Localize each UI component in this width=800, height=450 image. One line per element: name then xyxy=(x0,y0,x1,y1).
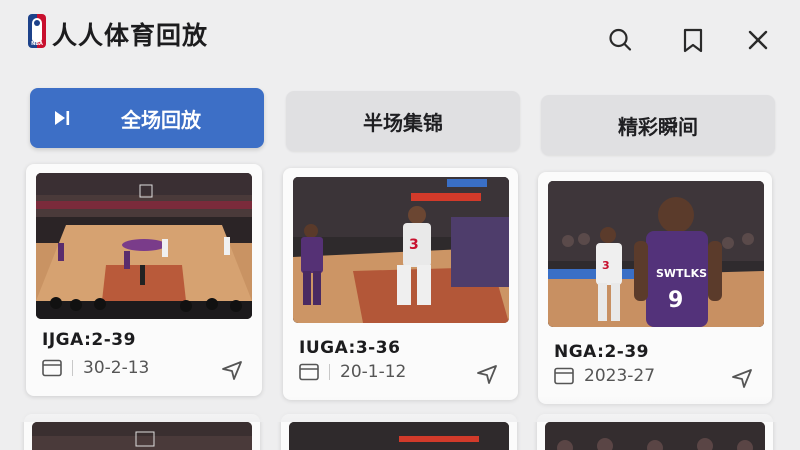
video-title: NGA:2-39 xyxy=(554,342,649,362)
video-title: IUGA:3-36 xyxy=(299,338,401,358)
svg-text:9: 9 xyxy=(668,288,683,313)
video-thumbnail[interactable] xyxy=(289,422,509,450)
video-card[interactable]: 3 SWTLKS 9 NGA:2-39 2023-27 xyxy=(538,172,772,404)
video-title: IJGA:2-39 xyxy=(42,330,136,350)
app-title: 人人体育回放 xyxy=(52,21,209,50)
svg-text:3: 3 xyxy=(409,237,419,253)
video-date: 2023-27 xyxy=(584,366,656,386)
svg-text:3: 3 xyxy=(602,259,610,272)
tab-label: 精彩瞬间 xyxy=(618,114,698,139)
play-icon xyxy=(55,111,70,125)
video-card[interactable] xyxy=(24,414,260,450)
tab-half-highlights[interactable]: 半场集锦 xyxy=(286,91,520,151)
share-icon[interactable] xyxy=(730,366,754,390)
logo-text: NBA xyxy=(31,41,43,47)
video-card[interactable] xyxy=(537,414,773,450)
video-meta: 20-1-12 xyxy=(299,362,406,382)
app-header: NBA 人人体育回放 xyxy=(0,0,800,72)
search-icon[interactable] xyxy=(606,26,634,54)
tab-full-game[interactable]: 全场回放 xyxy=(30,88,264,148)
video-thumbnail[interactable]: 3 xyxy=(293,177,509,323)
share-icon[interactable] xyxy=(475,362,499,386)
video-meta: 2023-27 xyxy=(554,366,655,386)
share-icon[interactable] xyxy=(220,358,244,382)
video-thumbnail[interactable] xyxy=(32,422,252,450)
close-icon[interactable] xyxy=(744,26,772,54)
tab-label: 全场回放 xyxy=(121,107,201,132)
calendar-icon xyxy=(42,359,62,377)
video-thumbnail[interactable] xyxy=(36,173,252,319)
nba-logo: NBA xyxy=(28,14,46,48)
video-date: 20-1-12 xyxy=(340,362,407,382)
svg-text:SWTLKS: SWTLKS xyxy=(656,267,707,280)
divider xyxy=(329,364,330,380)
calendar-icon xyxy=(554,367,574,385)
tab-top-moments[interactable]: 精彩瞬间 xyxy=(541,95,775,155)
video-thumbnail[interactable] xyxy=(545,422,765,450)
video-card[interactable]: IJGA:2-39 30-2-13 xyxy=(26,164,262,396)
divider xyxy=(72,360,73,376)
video-card[interactable]: 3 IUGA:3-36 20-1-12 xyxy=(283,168,518,400)
video-meta: 30-2-13 xyxy=(42,358,149,378)
video-card[interactable] xyxy=(281,414,517,450)
tab-label: 半场集锦 xyxy=(363,110,443,135)
bookmark-icon[interactable] xyxy=(679,26,707,54)
calendar-icon xyxy=(299,363,319,381)
video-thumbnail[interactable]: 3 SWTLKS 9 xyxy=(548,181,764,327)
video-date: 30-2-13 xyxy=(83,358,150,378)
